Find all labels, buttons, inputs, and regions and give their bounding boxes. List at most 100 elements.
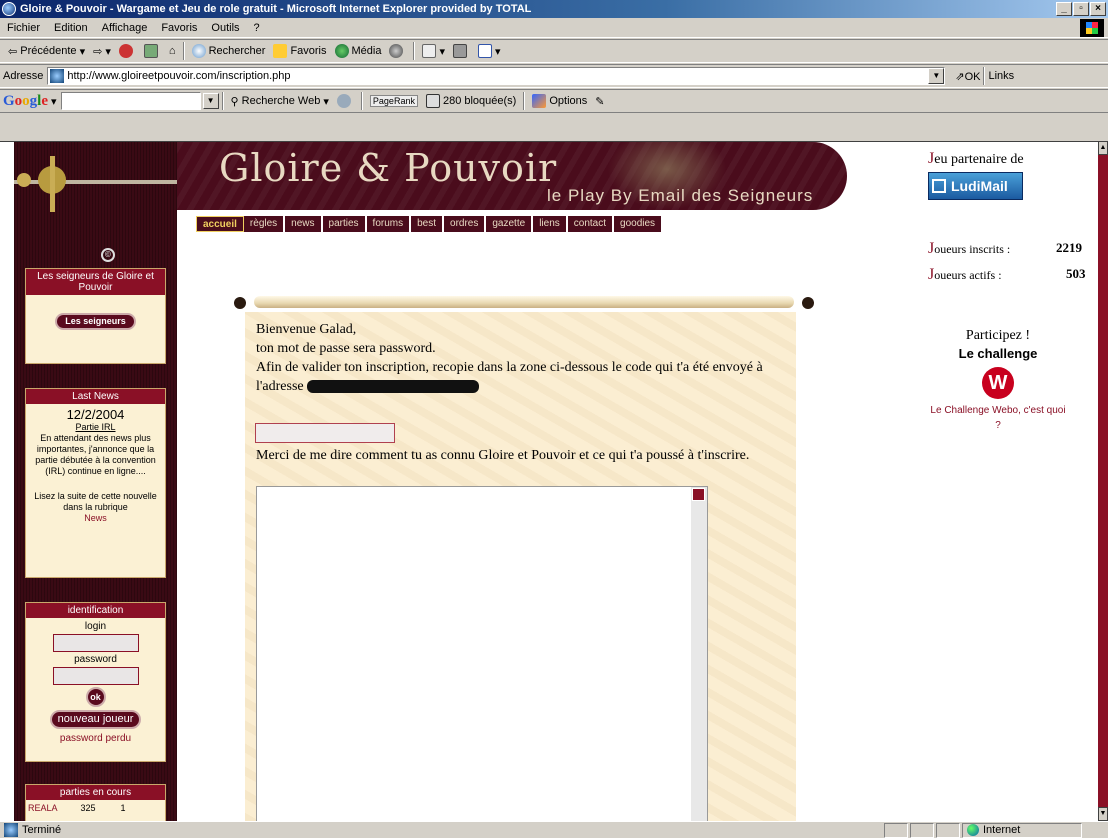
address-dropdown-button[interactable]: ▼ [928, 68, 945, 84]
login-label: login [84, 621, 107, 632]
seigneurs-box: Les seigneurs de Gloire et Pouvoir Les s… [25, 268, 166, 364]
status-bar: Terminé Internet [0, 821, 1108, 838]
back-arrow-icon: ⇦ [8, 45, 18, 58]
status-text: Terminé [22, 824, 62, 836]
scroll-up-arrow[interactable]: ▲ [1098, 141, 1108, 155]
tab-news[interactable]: news [285, 216, 323, 232]
pagerank-indicator[interactable]: PageRank [366, 91, 422, 111]
stop-button[interactable] [115, 41, 140, 61]
site-title: Gloire & Pouvoir [219, 146, 558, 190]
tab-gazette[interactable]: gazette [486, 216, 534, 232]
textarea-scrollbar[interactable] [691, 487, 707, 821]
google-search-input[interactable] [61, 93, 200, 109]
scroll-down-arrow[interactable]: ▼ [1098, 807, 1108, 821]
print-icon [453, 44, 467, 58]
go-arrow-icon: ⇗ [955, 70, 965, 83]
window-titlebar: Gloire & Pouvoir - Wargame et Jeu de rol… [0, 0, 1108, 18]
tab-ordres[interactable]: ordres [444, 216, 487, 232]
news-date: 12/2/2004 [66, 407, 125, 422]
home-button[interactable]: ⌂ [165, 41, 180, 61]
close-button[interactable]: × [1090, 2, 1106, 16]
links-button[interactable]: Links [988, 70, 1014, 82]
google-search-field[interactable] [60, 92, 201, 110]
site-search-button[interactable] [333, 91, 358, 111]
password-input[interactable] [52, 667, 139, 685]
ok-button[interactable]: ok [85, 687, 106, 707]
google-logo[interactable]: Google [3, 93, 48, 110]
options-button[interactable]: Options [528, 91, 591, 111]
refresh-button[interactable] [140, 41, 165, 61]
minimize-button[interactable]: _ [1056, 2, 1072, 16]
challenge-title: Participez ! [965, 328, 1031, 343]
webo-logo-icon[interactable]: W [982, 367, 1014, 399]
google-dropdown-button[interactable]: ▼ [202, 93, 219, 109]
validation-code-input[interactable] [255, 423, 395, 443]
home-icon: ⌂ [168, 45, 176, 57]
tab-regles[interactable]: règles [243, 216, 286, 232]
print-button[interactable] [449, 41, 474, 61]
search-button[interactable]: Rechercher [188, 41, 270, 61]
history-button[interactable] [385, 41, 410, 61]
comment-textarea[interactable] [256, 486, 708, 821]
tab-best[interactable]: best [411, 216, 445, 232]
popup-blocker-button[interactable]: 280 bloquée(s) [422, 91, 520, 111]
menu-outils[interactable]: Outils [204, 22, 246, 34]
back-button[interactable]: ⇦ Précédente ▾ [4, 41, 89, 61]
address-input[interactable] [67, 70, 929, 82]
news-title: Last News [26, 389, 165, 404]
news-link[interactable]: News [28, 513, 163, 524]
page-scrollbar[interactable]: ▲ ▼ [1098, 141, 1108, 821]
pencil-icon: ✎ [595, 95, 605, 108]
partner-text: Jeu partenaire de [928, 150, 1024, 167]
comment-input[interactable] [257, 487, 707, 821]
search-web-button[interactable]: ⚲ Recherche Web ▾ [227, 91, 333, 111]
seigneurs-button[interactable]: Les seigneurs [55, 313, 136, 330]
maximize-button[interactable]: ▫ [1073, 2, 1089, 16]
tab-forums[interactable]: forums [366, 216, 412, 232]
tab-contact[interactable]: contact [567, 216, 615, 232]
mail-button[interactable]: ▾ [418, 41, 449, 61]
menu-bar: Fichier Edition Affichage Favoris Outils… [0, 18, 1108, 38]
menu-fichier[interactable]: Fichier [0, 22, 47, 34]
address-label: Adresse [3, 70, 44, 82]
menu-help[interactable]: ? [247, 22, 267, 34]
right-column: Jeu partenaire de LudiMail [928, 150, 1098, 200]
security-zone: Internet [962, 822, 1082, 838]
tab-parties[interactable]: parties [322, 216, 367, 232]
address-field[interactable]: ▼ [47, 67, 946, 85]
forward-button[interactable]: ⇨ ▾ [89, 41, 115, 61]
scroll-up-button[interactable] [692, 488, 705, 501]
search-icon [191, 44, 206, 58]
new-player-button[interactable]: nouveau joueur [49, 710, 142, 729]
menu-affichage[interactable]: Affichage [95, 22, 155, 34]
games-row[interactable]: REALA 325 1 [26, 800, 165, 817]
challenge-link[interactable]: Le Challenge Webo, c'est quoi ? [928, 403, 1068, 433]
tab-accueil[interactable]: accueil [196, 216, 244, 232]
lost-password-link[interactable]: password perdu [28, 733, 163, 744]
standard-toolbar: ⇦ Précédente ▾ ⇨ ▾ ⌂ Rechercher Favoris … [0, 39, 1108, 63]
ludimail-logo[interactable]: LudiMail [928, 172, 1023, 200]
page-done-icon [4, 823, 18, 837]
challenge-box: Participez ! Le challenge W Le Challenge… [928, 328, 1068, 433]
ludimail-icon [932, 179, 946, 193]
welcome-line: Bienvenue Galad, [256, 322, 357, 337]
copyright-icon: © [101, 248, 115, 262]
tab-goodies[interactable]: goodies [614, 216, 664, 232]
go-button[interactable]: ⇗OK [955, 70, 980, 83]
menu-edition[interactable]: Edition [47, 22, 95, 34]
stat-actifs: Joueurs actifs : 503 [928, 266, 1086, 283]
edit-button[interactable]: ▾ [474, 41, 505, 61]
options-icon [532, 94, 547, 108]
history-icon [389, 44, 404, 58]
media-button[interactable]: Média [331, 41, 386, 61]
highlight-button[interactable]: ✎ [591, 91, 608, 111]
forward-arrow-icon: ⇨ [93, 45, 103, 58]
redacted-email [307, 380, 480, 394]
favorites-button[interactable]: Favoris [269, 41, 330, 61]
menu-favoris[interactable]: Favoris [154, 22, 204, 34]
news-headline[interactable]: Partie IRL [28, 422, 163, 433]
tab-liens[interactable]: liens [533, 216, 568, 232]
login-input[interactable] [52, 634, 139, 652]
ie-icon [2, 2, 16, 16]
site-search-icon [336, 94, 351, 108]
